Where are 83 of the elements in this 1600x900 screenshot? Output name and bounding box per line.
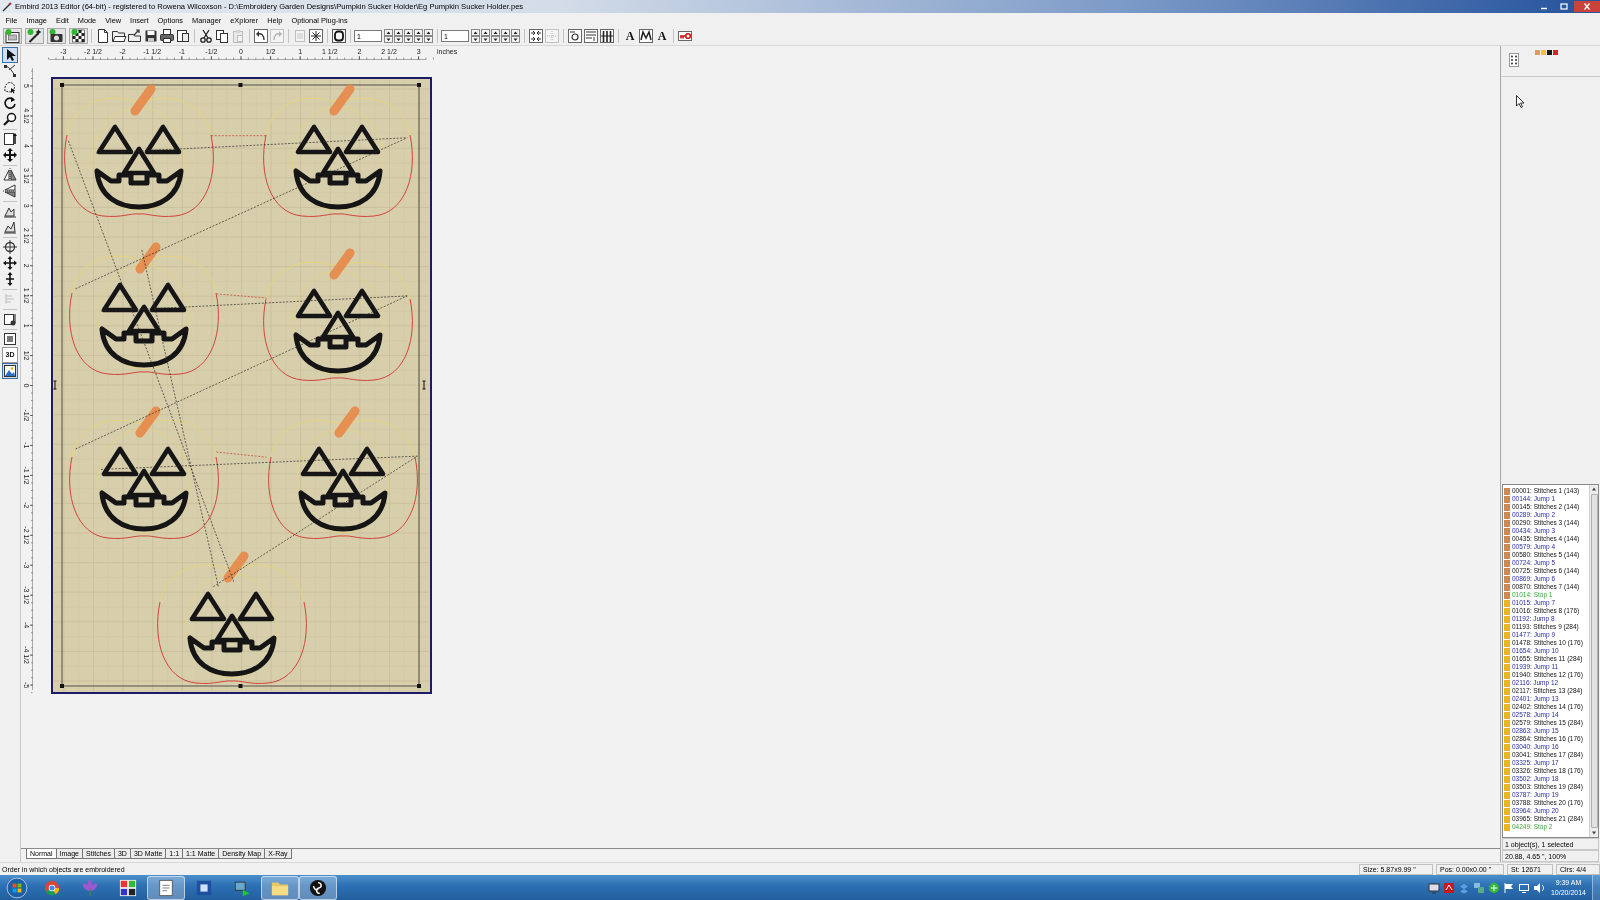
undo-icon[interactable] [253,28,269,44]
selection-handle-icon[interactable] [417,684,421,688]
flower-icon [81,878,99,897]
monitor-icon[interactable] [1517,881,1530,894]
scroll-thumb[interactable] [1590,494,1598,828]
node-edit-icon[interactable] [2,63,18,79]
maximize-icon [1560,3,1568,10]
new-file-icon[interactable] [95,28,111,44]
align-icon[interactable] [2,219,18,235]
selection-handle-icon[interactable] [417,83,421,87]
square-icon[interactable] [2,331,18,347]
ring-icon [43,878,61,897]
printer-icon[interactable] [159,28,175,44]
rotate-icon[interactable] [2,95,18,111]
stepper-icon[interactable] [384,29,393,43]
needle-icon [2,1,12,12]
page-lines-icon[interactable] [583,28,599,44]
resize-handle-icon[interactable] [53,380,57,390]
stepper-icon[interactable] [471,29,480,43]
display-icon[interactable] [1427,881,1440,894]
window-icon [195,878,213,897]
page-icon[interactable] [175,28,191,44]
camera-icon[interactable] [47,28,66,44]
stepper-icon[interactable] [394,29,403,43]
mirror-icon[interactable] [2,167,18,183]
stepper-icon[interactable] [481,29,490,43]
swirl-icon [309,878,327,897]
close-icon [1583,3,1591,10]
folder-arrow-icon[interactable] [127,28,143,44]
bars-icon[interactable] [599,28,615,44]
taskbar-button[interactable] [299,875,337,900]
show-desktop-button[interactable] [1592,875,1600,900]
thread-color-swatch[interactable] [1541,50,1546,55]
tile-icon[interactable] [1442,881,1455,894]
stepper-icon[interactable] [491,29,500,43]
plus-badge-icon[interactable] [1487,881,1500,894]
selection-handle-icon[interactable] [60,684,64,688]
page-note-icon[interactable] [2,311,18,327]
arrows-icon[interactable] [528,28,544,44]
selection-handle-icon[interactable] [238,83,243,87]
stepper-icon[interactable] [424,29,433,43]
close-button[interactable] [1574,1,1600,12]
key-icon[interactable] [677,28,693,44]
zoom-icon[interactable] [2,111,18,127]
cursor-icon [1516,95,1525,108]
frame-icon[interactable] [3,28,22,44]
selection-handle-icon[interactable] [238,684,243,688]
thread-color-swatch[interactable] [1535,50,1540,55]
lasso-icon[interactable] [2,79,18,95]
wand-icon[interactable] [25,28,44,44]
copy-icon[interactable] [214,28,230,44]
flip-icon[interactable] [2,183,18,199]
rounded-square-icon[interactable] [331,28,347,44]
move-icon[interactable] [2,147,18,163]
arrow-pointer-icon[interactable] [2,47,18,63]
document-icon [157,878,175,897]
stepper-icon[interactable] [511,29,520,43]
flag-icon[interactable] [1502,881,1515,894]
page-arrow-icon[interactable] [2,131,18,147]
picture-icon[interactable] [2,363,18,379]
zigzag-icon[interactable] [638,28,654,44]
squares-icon[interactable] [1472,881,1485,894]
start-orb-icon [5,876,28,899]
circle-page-icon[interactable] [567,28,583,44]
text-tool-button[interactable]: A [654,28,670,44]
stepper-icon[interactable] [501,29,510,43]
selection-handle-icon[interactable] [60,83,64,87]
text-tool-button[interactable]: A [622,28,638,44]
scrollbar[interactable] [1589,485,1598,837]
sparkle-icon[interactable] [308,28,324,44]
dots-grid-icon[interactable] [1509,53,1519,67]
speaker-icon[interactable] [1532,881,1545,894]
scissors-icon[interactable] [198,28,214,44]
thread-color-swatch[interactable] [1547,50,1552,55]
tiles-icon [119,878,137,897]
target-icon[interactable] [2,239,18,255]
stepper-icon[interactable] [414,29,423,43]
checkered-icon[interactable] [69,28,88,44]
resize-handle-icon[interactable] [422,380,426,390]
thread-color-swatch[interactable] [1553,50,1558,55]
save-icon[interactable] [143,28,159,44]
stepper-icon[interactable] [404,29,413,43]
move-icon[interactable] [2,255,18,271]
